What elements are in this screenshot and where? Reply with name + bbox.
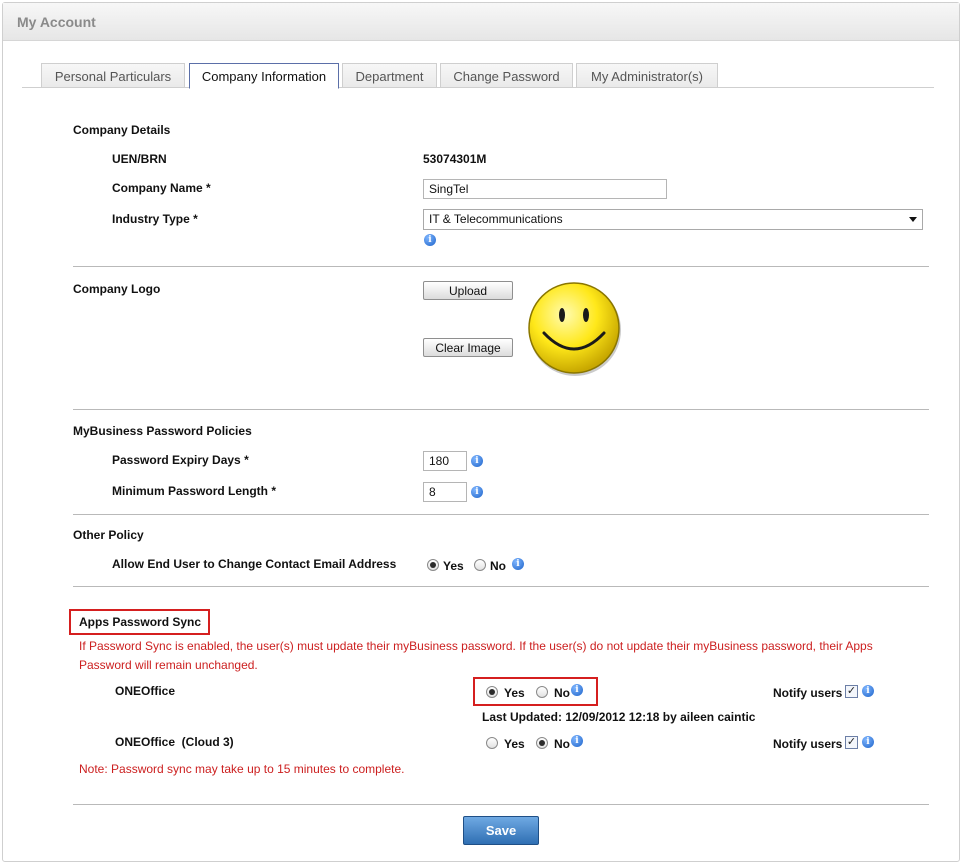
oneoffice-no-radio[interactable] (536, 686, 548, 698)
company-logo-title: Company Logo (73, 282, 161, 296)
info-icon[interactable]: i (512, 558, 524, 570)
checkmark-icon: ✓ (846, 685, 857, 697)
chevron-down-icon (909, 217, 917, 222)
divider (73, 804, 929, 805)
uen-value: 53074301M (423, 152, 487, 166)
other-policy-title: Other Policy (73, 528, 144, 542)
tab-baseline (22, 87, 934, 88)
info-icon[interactable]: i (862, 736, 874, 748)
info-icon[interactable]: i (471, 455, 483, 467)
industry-type-value: IT & Telecommunications (429, 212, 563, 226)
allow-email-no-label: No (490, 559, 506, 573)
oneoffice-yes-radio[interactable] (486, 686, 498, 698)
company-name-label: Company Name * (112, 181, 211, 195)
tab-department[interactable]: Department (342, 63, 437, 88)
oneoffice-cloud3-no-label: No (554, 737, 570, 751)
tab-change-password[interactable]: Change Password (440, 63, 573, 88)
password-expiry-input[interactable] (423, 451, 467, 471)
company-name-input[interactable] (423, 179, 667, 199)
oneoffice-notify-checkbox[interactable]: ✓ (845, 685, 858, 698)
tab-personal-particulars[interactable]: Personal Particulars (41, 63, 185, 88)
sync-warning-text: If Password Sync is enabled, the user(s)… (79, 637, 939, 675)
app-name-oneoffice: ONEOffice (115, 684, 176, 698)
min-password-length-label: Minimum Password Length * (112, 484, 277, 498)
app-name-oneoffice-cloud3: ONEOffice (Cloud 3) (115, 735, 234, 749)
clear-image-button[interactable]: Clear Image (423, 338, 513, 357)
sync-warning-line1: If Password Sync is enabled, the user(s)… (79, 639, 873, 653)
sync-note: Note: Password sync may take up to 15 mi… (79, 762, 405, 776)
divider (73, 409, 929, 410)
uen-label: UEN/BRN (112, 152, 167, 166)
oneoffice-cloud3-yes-label: Yes (504, 737, 525, 751)
info-icon[interactable]: i (471, 486, 483, 498)
title-bar: My Account (3, 3, 959, 41)
divider (73, 266, 929, 267)
allow-email-yes-label: Yes (443, 559, 464, 573)
password-policies-title: MyBusiness Password Policies (73, 424, 252, 438)
oneoffice-no-label: No (554, 686, 570, 700)
apps-password-sync-title: Apps Password Sync (79, 615, 202, 629)
allow-email-change-label: Allow End User to Change Contact Email A… (112, 557, 397, 571)
sync-warning-line2: Password will remain unchanged. (79, 658, 258, 672)
divider (73, 514, 929, 515)
tab-my-administrators[interactable]: My Administrator(s) (576, 63, 718, 88)
tab-company-information[interactable]: Company Information (189, 63, 339, 89)
oneoffice-cloud3-notify-checkbox[interactable]: ✓ (845, 736, 858, 749)
password-expiry-label: Password Expiry Days * (112, 453, 249, 467)
industry-type-label: Industry Type * (112, 212, 198, 226)
oneoffice-notify-label: Notify users (773, 686, 843, 700)
checkmark-icon: ✓ (846, 736, 857, 748)
company-details-title: Company Details (73, 123, 171, 137)
smiley-face-icon (528, 282, 621, 376)
divider (73, 586, 929, 587)
oneoffice-cloud3-no-radio[interactable] (536, 737, 548, 749)
industry-type-select[interactable]: IT & Telecommunications (423, 209, 923, 230)
info-icon[interactable]: i (571, 684, 583, 696)
save-button[interactable]: Save (463, 816, 539, 845)
oneoffice-yes-label: Yes (504, 686, 525, 700)
allow-email-yes-radio[interactable] (427, 559, 439, 571)
info-icon[interactable]: i (862, 685, 874, 697)
oneoffice-cloud3-notify-label: Notify users (773, 737, 843, 751)
min-password-length-input[interactable] (423, 482, 467, 502)
oneoffice-cloud3-yes-radio[interactable] (486, 737, 498, 749)
oneoffice-last-updated: Last Updated: 12/09/2012 12:18 by aileen… (482, 710, 756, 724)
allow-email-no-radio[interactable] (474, 559, 486, 571)
page-title: My Account (17, 14, 96, 30)
upload-button[interactable]: Upload (423, 281, 513, 300)
info-icon[interactable]: i (424, 234, 436, 246)
info-icon[interactable]: i (571, 735, 583, 747)
